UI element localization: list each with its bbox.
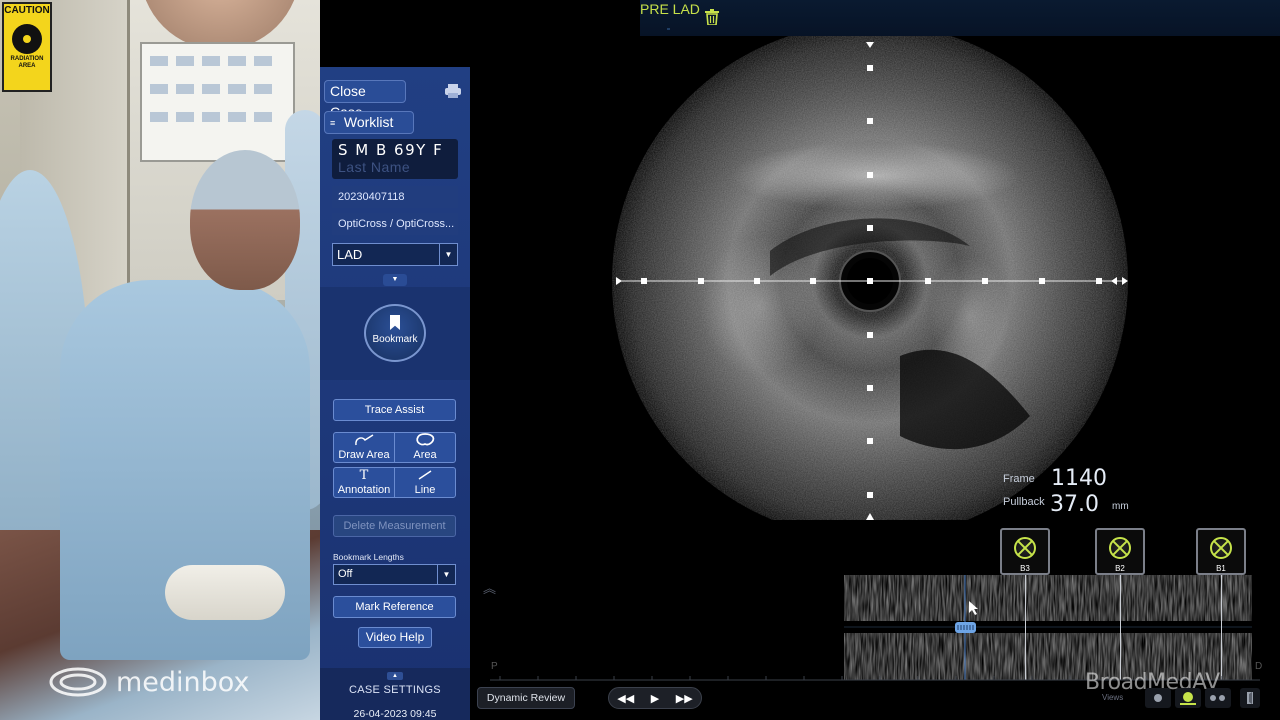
case-settings-area: ▲ CASE SETTINGS 26-04-2023 09:45 <box>320 668 470 720</box>
annotation-button[interactable]: T Annotation <box>334 468 394 497</box>
exit-icon[interactable] <box>1240 688 1260 708</box>
chevron-down-icon[interactable]: ▼ <box>437 565 455 584</box>
pullback-unit: mm <box>1112 501 1129 512</box>
vessel-select-value: LAD <box>337 247 363 262</box>
chevron-down-icon[interactable]: ▼ <box>439 244 457 265</box>
medinbox-logo-icon <box>49 667 107 697</box>
catheter-field[interactable]: OptiCross / OptiCross... <box>332 213 458 235</box>
worklist-button[interactable]: ≡ Worklist <box>324 111 414 134</box>
wall-chart <box>140 42 295 162</box>
patient-name: S M B 69Y F <box>338 141 444 159</box>
measurement-tools-row: Draw Area Area <box>333 432 456 463</box>
longitudinal-view[interactable] <box>844 575 1252 680</box>
bookmark-lengths-value: Off <box>338 568 353 580</box>
bookmark-label: B1 <box>1216 564 1226 573</box>
medinbox-logo: medinbox <box>48 666 249 698</box>
playback-controls: ◀◀ ▶ ▶▶ <box>608 687 702 709</box>
view-single-button[interactable] <box>1145 688 1171 708</box>
line-button[interactable]: Line <box>394 468 455 497</box>
area-button[interactable]: Area <box>394 433 455 462</box>
caution-sign: CAUTION RADIATION AREA <box>2 2 52 92</box>
delete-measurement-button[interactable]: Delete Measurement <box>333 515 456 537</box>
ivus-image[interactable] <box>470 36 1280 520</box>
bookmark-label: B3 <box>1020 564 1030 573</box>
bookmark-cross-section-icon <box>1014 537 1036 559</box>
video-help-button[interactable]: Video Help <box>358 627 432 648</box>
ivus-cross-section[interactable] <box>470 36 1280 520</box>
view-dual-button[interactable] <box>1205 688 1231 708</box>
view-bookmark-button[interactable] <box>1175 688 1201 708</box>
medinbox-logo-text: medinbox <box>116 666 250 698</box>
timeline-proximal-marker: P <box>491 661 498 672</box>
pullback-label: Pullback <box>1003 496 1045 508</box>
bookmark-lengths-label: Bookmark Lengths <box>333 552 404 562</box>
bookmark-area: Bookmark <box>320 287 470 380</box>
draw-area-label: Draw Area <box>338 449 390 461</box>
fast-forward-icon[interactable]: ▶▶ <box>676 692 693 705</box>
bookmark-thumbnail-b2[interactable]: B2 <box>1095 528 1145 575</box>
camera-feed: CAUTION RADIATION AREA medinbox <box>0 0 320 720</box>
collapse-patient-toggle[interactable]: ▼ <box>383 274 407 286</box>
run-header: PRE LAD <box>640 0 1280 36</box>
dynamic-review-button[interactable]: Dynamic Review <box>477 687 575 709</box>
printer-icon[interactable] <box>444 84 462 98</box>
line-icon <box>395 468 455 484</box>
expand-up-icon[interactable]: ︽ <box>483 578 496 597</box>
console-panel: Close Case ≡ Worklist S M B 69Y F Last N… <box>320 67 470 720</box>
trace-assist-button[interactable]: Trace Assist <box>333 399 456 421</box>
caution-sign-header: CAUTION <box>4 4 50 18</box>
bookmark-cross-section-icon <box>1210 537 1232 559</box>
surgeon-head <box>190 150 300 290</box>
draw-area-icon <box>334 433 394 449</box>
views-label: Views <box>1102 693 1124 702</box>
line-label: Line <box>414 484 436 496</box>
chevron-up-icon[interactable]: ▲ <box>387 672 403 680</box>
datetime: 26-04-2023 09:45 <box>353 708 437 720</box>
annotation-label: Annotation <box>337 484 391 496</box>
bookmark-label: Bookmark <box>372 334 418 345</box>
case-settings-button[interactable]: CASE SETTINGS <box>320 684 470 696</box>
patient-info[interactable]: S M B 69Y F Last Name <box>332 139 458 179</box>
trash-icon[interactable] <box>705 9 719 25</box>
vessel-select[interactable]: LAD ▼ <box>332 243 458 266</box>
bookmark-thumbnail-b3[interactable]: B3 <box>1000 528 1050 575</box>
area-icon <box>395 433 455 449</box>
bookmark-marker-b1 <box>1221 575 1222 680</box>
bookmark-lengths-select[interactable]: Off ▼ <box>333 564 456 585</box>
frame-value: 1140 <box>1051 466 1107 491</box>
frame-label: Frame <box>1003 473 1035 485</box>
bookmark-thumbnail-b1[interactable]: B1 <box>1196 528 1246 575</box>
bookmark-marker-b2 <box>1120 575 1121 680</box>
radiation-icon <box>12 24 42 54</box>
run-label[interactable]: PRE LAD <box>640 1 700 17</box>
timeline-distal-marker: D <box>1255 661 1263 672</box>
bookmark-marker-b3 <box>1025 575 1026 680</box>
patient-last-name: Last Name <box>338 159 411 175</box>
bookmark-button[interactable]: Bookmark <box>364 304 426 362</box>
play-icon[interactable]: ▶ <box>651 692 659 705</box>
list-icon: ≡ <box>330 118 336 128</box>
rewind-icon[interactable]: ◀◀ <box>617 692 634 705</box>
area-label: Area <box>413 449 437 461</box>
surgeon-glove <box>165 565 285 620</box>
worklist-label: Worklist <box>343 114 394 130</box>
draw-area-button[interactable]: Draw Area <box>334 433 394 462</box>
view-mode-buttons <box>1145 688 1235 708</box>
mark-reference-button[interactable]: Mark Reference <box>333 596 456 618</box>
close-case-button[interactable]: Close Case <box>324 80 406 120</box>
pullback-value: 37.0 <box>1050 492 1099 517</box>
caution-sign-footer: RADIATION AREA <box>10 56 44 69</box>
annotation-icon: T <box>359 468 369 483</box>
case-id-field[interactable]: 20230407118 <box>332 186 458 208</box>
measurement-tools-row: T Annotation Line <box>333 467 456 498</box>
bookmark-cross-section-icon <box>1109 537 1131 559</box>
bookmark-label: B2 <box>1115 564 1125 573</box>
bookmark-icon <box>390 315 400 330</box>
